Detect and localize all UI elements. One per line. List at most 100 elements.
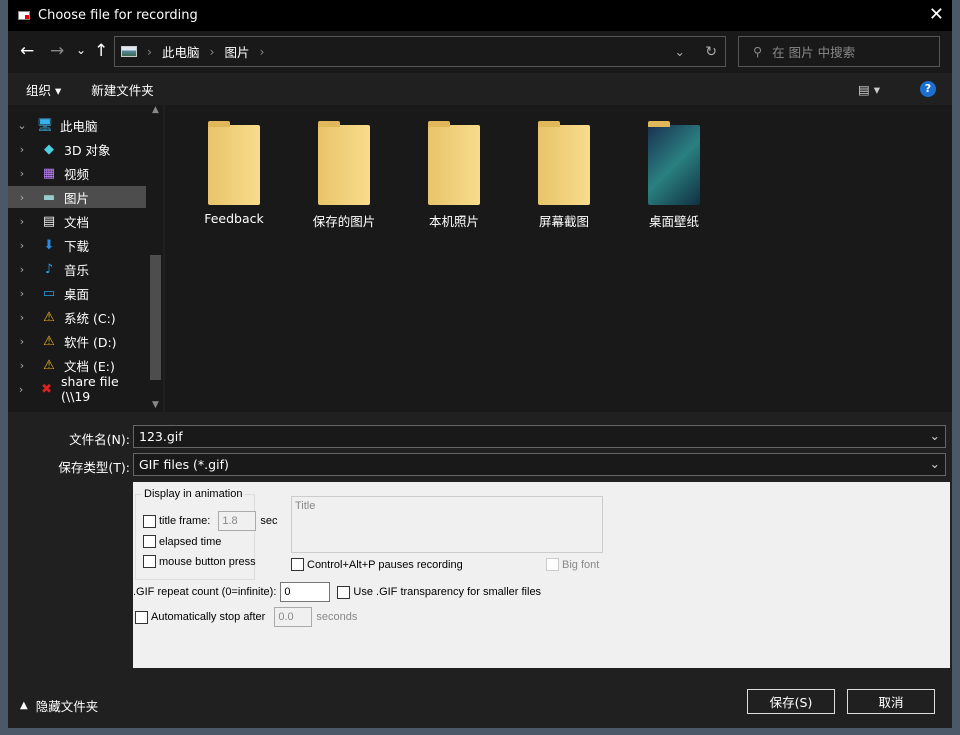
folder-item[interactable]: 屏幕截图	[519, 121, 609, 230]
organize-button[interactable]: 组织 ▾	[26, 80, 61, 99]
file-list: Feedback 保存的图片 本机照片 屏幕截图 桌面壁纸	[165, 105, 952, 412]
expand-chevron-icon[interactable]: ⌄	[8, 119, 36, 132]
filetype-label: 保存类型(T):	[58, 460, 130, 475]
navigation-bar: ← → ⌄ ↑ › 此电脑 › 图片 › ⌄ ↻ ⚲ 在 图片 中搜索	[8, 31, 952, 73]
pause-hotkey-checkbox[interactable]	[291, 558, 304, 571]
folder-item[interactable]: 桌面壁纸	[629, 121, 719, 230]
sidebar-item[interactable]: › ⚠ 系统 (C:)	[8, 306, 146, 328]
big-font-checkbox[interactable]	[546, 558, 559, 571]
folder-item[interactable]: 本机照片	[409, 121, 499, 230]
expand-chevron-icon[interactable]: ›	[8, 167, 36, 180]
mouse-button-press-checkbox[interactable]	[143, 555, 156, 568]
auto-stop-seconds-input[interactable]: 0.0	[274, 607, 313, 627]
sidebar-item-label: 此电脑	[60, 118, 98, 134]
title-frame-seconds-input[interactable]: 1.8	[218, 511, 257, 531]
sidebar-item-label: 桌面	[64, 286, 90, 302]
repeat-count-input[interactable]: 0	[280, 582, 331, 602]
forward-button[interactable]: →	[50, 41, 64, 61]
elapsed-time-checkbox[interactable]	[143, 535, 156, 548]
help-button[interactable]: ?	[920, 81, 936, 97]
folder-name: Feedback	[204, 211, 264, 226]
hide-folders-toggle[interactable]: ▲ 隐藏文件夹	[20, 696, 98, 715]
address-dropdown[interactable]: ⌄	[675, 44, 685, 59]
network-drive-disconnected-icon: ✖	[41, 381, 53, 397]
navigation-pane: ▲ ▼ ⌄ 🖥 此电脑 › ◆ 3D 对象 › ▦ 视频 › ▬ 图片 › ▤ 文档 › ⬇ 下载 › ♪ 音乐 › ▭ 桌面…	[8, 105, 163, 412]
chevron-right-icon: ›	[209, 44, 215, 59]
expand-chevron-icon[interactable]: ›	[8, 215, 36, 228]
refresh-button[interactable]: ↻	[705, 44, 717, 60]
title-text-area[interactable]: Title	[291, 496, 603, 553]
search-placeholder: 在 图片 中搜索	[772, 45, 856, 60]
expand-chevron-icon[interactable]: ›	[8, 191, 36, 204]
folder-name: 桌面壁纸	[648, 214, 699, 229]
filetype-value: GIF files (*.gif)	[139, 457, 229, 472]
expand-chevron-icon[interactable]: ›	[8, 143, 36, 156]
scroll-up-icon[interactable]: ▲	[148, 105, 163, 115]
folder-item[interactable]: Feedback	[189, 121, 279, 226]
sidebar-scrollbar[interactable]: ▲ ▼	[148, 105, 163, 412]
sidebar-item-label: 下载	[64, 238, 90, 254]
expand-chevron-icon[interactable]: ›	[8, 383, 34, 396]
scroll-down-icon[interactable]: ▼	[148, 400, 163, 410]
repeat-count-label: .GIF repeat count (0=infinite):	[133, 586, 277, 598]
app-icon	[18, 11, 30, 20]
group-title: Display in animation	[142, 488, 245, 500]
desktop-icon: ▭	[42, 285, 56, 301]
sidebar-item[interactable]: › ▤ 文档	[8, 210, 146, 232]
sidebar-item-label: 软件 (D:)	[64, 334, 117, 350]
sidebar-item[interactable]: › ⚠ 文档 (E:)	[8, 354, 146, 376]
chevron-right-icon: ›	[147, 44, 152, 59]
sec-label: sec	[260, 515, 278, 527]
cube-icon: ◆	[44, 141, 54, 157]
new-folder-button[interactable]: 新建文件夹	[91, 80, 154, 99]
folder-icon	[648, 121, 700, 205]
folder-name: 保存的图片	[312, 214, 376, 229]
filetype-select[interactable]: GIF files (*.gif) ⌄	[133, 453, 946, 476]
sidebar-item[interactable]: › ✖ share file (\\19	[8, 374, 146, 404]
sidebar-item[interactable]: › ♪ 音乐	[8, 258, 146, 280]
recent-locations-button[interactable]: ⌄	[76, 43, 86, 57]
view-button[interactable]: ▤ ▾	[858, 82, 880, 97]
close-button[interactable]: ✕	[929, 4, 944, 25]
computer-icon: 🖥	[36, 117, 54, 133]
auto-stop-checkbox[interactable]	[135, 610, 148, 624]
sidebar-item[interactable]: › ▦ 视频	[8, 162, 146, 184]
sidebar-item[interactable]: › ◆ 3D 对象	[8, 138, 146, 160]
breadcrumb-computer[interactable]: 此电脑	[162, 42, 200, 61]
folder-name: 本机照片	[428, 214, 479, 229]
music-icon: ♪	[44, 261, 54, 277]
expand-chevron-icon[interactable]: ›	[8, 335, 36, 348]
search-input[interactable]: ⚲ 在 图片 中搜索	[738, 36, 940, 67]
auto-stop-label: Automatically stop after	[151, 611, 266, 623]
sidebar-item[interactable]: › ⬇ 下载	[8, 234, 146, 256]
expand-chevron-icon[interactable]: ›	[8, 239, 36, 252]
title-frame-checkbox[interactable]	[143, 514, 156, 528]
chevron-down-icon[interactable]: ⌄	[930, 456, 940, 471]
breadcrumb-pictures[interactable]: 图片	[225, 42, 250, 61]
sidebar-item[interactable]: › ⚠ 软件 (D:)	[8, 330, 146, 352]
sidebar-item[interactable]: › ▬ 图片	[8, 186, 146, 208]
sidebar-item-label: 视频	[64, 166, 90, 182]
address-bar[interactable]: › 此电脑 › 图片 › ⌄ ↻	[114, 36, 726, 67]
save-form: 文件名(N): 123.gif ⌄ 保存类型(T): GIF files (*.g…	[8, 412, 952, 728]
up-button[interactable]: ↑	[94, 41, 108, 61]
transparency-checkbox[interactable]	[337, 585, 351, 599]
expand-chevron-icon[interactable]: ›	[8, 311, 36, 324]
sidebar-item-label: 文档	[64, 214, 90, 230]
video-icon: ▦	[42, 165, 56, 181]
filename-input[interactable]: 123.gif ⌄	[133, 425, 946, 448]
scroll-thumb[interactable]	[150, 255, 161, 380]
expand-chevron-icon[interactable]: ›	[8, 263, 36, 276]
expand-chevron-icon[interactable]: ›	[8, 287, 36, 300]
title-frame-label: title frame:	[159, 515, 211, 527]
chevron-down-icon[interactable]: ⌄	[930, 428, 940, 443]
sidebar-item[interactable]: › ▭ 桌面	[8, 282, 146, 304]
picture-icon: ▬	[42, 189, 56, 205]
save-button[interactable]: 保存(S)	[747, 689, 835, 714]
back-button[interactable]: ←	[20, 41, 34, 61]
cancel-button[interactable]: 取消	[847, 689, 935, 714]
folder-item[interactable]: 保存的图片	[299, 121, 389, 230]
expand-chevron-icon[interactable]: ›	[8, 359, 36, 372]
sidebar-item[interactable]: ⌄ 🖥 此电脑	[8, 114, 146, 136]
folder-icon	[428, 121, 480, 205]
